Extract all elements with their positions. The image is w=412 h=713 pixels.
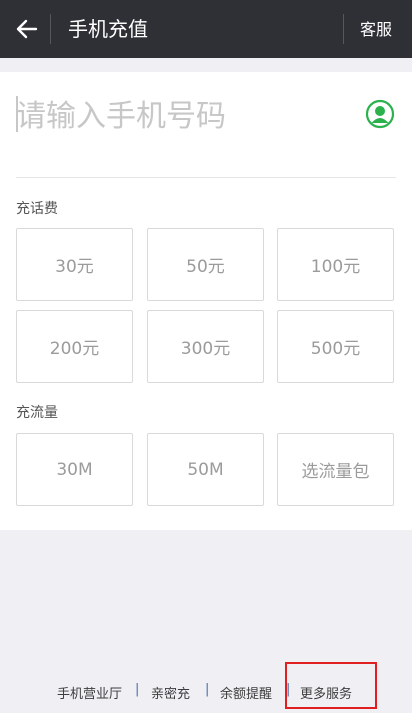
phone-number-input[interactable] bbox=[16, 96, 336, 136]
fee-option-50[interactable]: 50元 bbox=[147, 228, 264, 301]
customer-service-button[interactable]: 客服 bbox=[360, 19, 392, 41]
footer-link-mobile-hall[interactable]: 手机营业厅 bbox=[57, 683, 122, 702]
fee-option-300[interactable]: 300元 bbox=[147, 310, 264, 383]
data-option-package[interactable]: 选流量包 bbox=[277, 433, 394, 506]
footer-link-balance-reminder[interactable]: 余额提醒 bbox=[220, 683, 272, 702]
footer-separator: | bbox=[205, 682, 210, 697]
contact-picker-icon[interactable] bbox=[365, 99, 395, 129]
recharge-fee-label: 充话费 bbox=[16, 201, 58, 217]
top-bar: 手机充值 客服 bbox=[0, 0, 412, 58]
header-divider-right bbox=[343, 14, 344, 44]
footer-separator: | bbox=[135, 682, 140, 697]
footer-link-family-recharge[interactable]: 亲密充 bbox=[151, 683, 190, 702]
fee-option-100[interactable]: 100元 bbox=[277, 228, 394, 301]
phone-number-row bbox=[16, 72, 396, 178]
recharge-data-label: 充流量 bbox=[16, 405, 58, 421]
recharge-card: 充话费 30元 50元 100元 200元 300元 500元 充流量 30M … bbox=[0, 72, 412, 530]
page-title: 手机充值 bbox=[68, 17, 148, 41]
data-option-50m[interactable]: 50M bbox=[147, 433, 264, 506]
fee-option-500[interactable]: 500元 bbox=[277, 310, 394, 383]
fee-option-30[interactable]: 30元 bbox=[16, 228, 133, 301]
highlight-box bbox=[285, 662, 377, 709]
back-arrow-icon[interactable] bbox=[12, 14, 42, 44]
data-option-30m[interactable]: 30M bbox=[16, 433, 133, 506]
fee-option-200[interactable]: 200元 bbox=[16, 310, 133, 383]
header-divider bbox=[50, 14, 51, 44]
